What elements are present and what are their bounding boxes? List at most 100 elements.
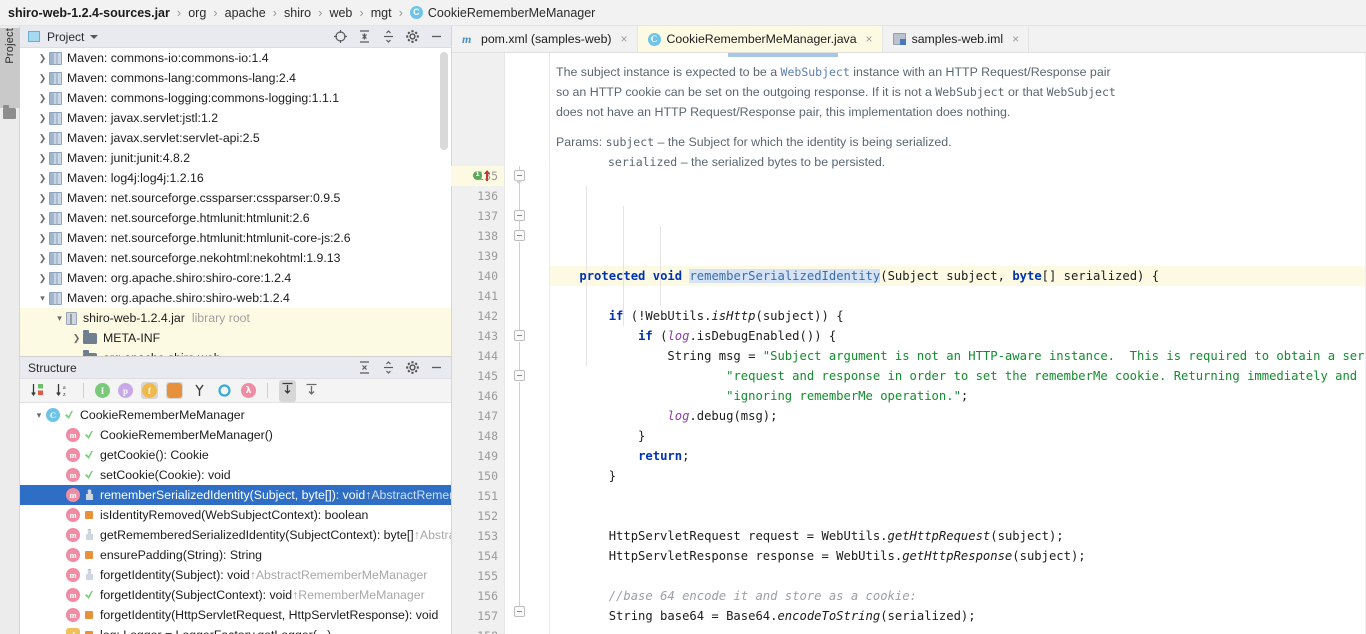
line-number[interactable]: 148 (454, 426, 498, 446)
project-tree-item[interactable]: ❯ Maven: commons-lang:commons-lang:2.4 (20, 68, 451, 88)
code-text[interactable]: protected void rememberSerializedIdentit… (550, 166, 1366, 634)
chevron-right-icon[interactable]: ❯ (36, 193, 49, 203)
project-tree-item[interactable]: ❯ Maven: net.sourceforge.htmlunit:htmluni… (20, 228, 451, 248)
collapse-all-icon[interactable] (304, 382, 321, 399)
line-number[interactable]: 152 (454, 506, 498, 526)
line-number[interactable]: 157 (454, 606, 498, 626)
chevron-down-icon[interactable]: ▾ (36, 293, 49, 303)
line-number[interactable]: 147 (454, 406, 498, 426)
line-number[interactable]: 141 (454, 286, 498, 306)
close-icon[interactable]: × (621, 32, 628, 46)
code-line[interactable]: protected void rememberSerializedIdentit… (550, 266, 1366, 286)
show-anonymous-icon[interactable] (191, 382, 208, 399)
structure-item[interactable]: m forgetIdentity(SubjectContext): void ↑R… (20, 585, 451, 605)
editor-tab[interactable]: samples-web.iml × (883, 26, 1030, 52)
close-icon[interactable]: × (866, 32, 873, 46)
show-interfaces-icon[interactable] (216, 382, 233, 399)
line-number[interactable]: 144 (454, 346, 498, 366)
code-line[interactable]: "request and response in order to set th… (550, 366, 1366, 386)
project-tree-item[interactable]: ❯ Maven: net.sourceforge.nekohtml:nekohtm… (20, 248, 451, 268)
line-number[interactable]: 139 (454, 246, 498, 266)
editor-tab[interactable]: m pom.xml (samples-web) × (452, 26, 638, 52)
chevron-right-icon[interactable]: ❯ (36, 53, 49, 63)
project-tree-item[interactable]: ❯ Maven: javax.servlet:servlet-api:2.5 (20, 128, 451, 148)
code-line[interactable]: HttpServletRequest request = WebUtils.ge… (550, 526, 1366, 546)
chevron-right-icon[interactable]: ❯ (36, 73, 49, 83)
expand-all-icon[interactable] (357, 360, 372, 375)
structure-item[interactable]: f log: Logger = LoggerFactory.getLogger(.… (20, 625, 451, 634)
code-line[interactable]: HttpServletResponse response = WebUtils.… (550, 546, 1366, 566)
code-line[interactable]: "ignoring rememberMe operation."; (550, 386, 1366, 406)
code-line[interactable]: if (!WebUtils.isHttp(subject)) { (550, 306, 1366, 326)
code-line[interactable] (550, 286, 1366, 306)
show-lambdas-icon[interactable]: λ (241, 383, 256, 398)
line-number[interactable]: 142 (454, 306, 498, 326)
line-number[interactable]: 155 (454, 566, 498, 586)
structure-item[interactable]: m getCookie(): Cookie (20, 445, 451, 465)
sort-by-visibility-icon[interactable] (30, 382, 47, 399)
collapse-all-icon[interactable] (381, 360, 396, 375)
chevron-down-icon[interactable]: ▾ (53, 313, 66, 323)
expand-all-icon[interactable] (357, 29, 372, 44)
project-tree-item[interactable]: ❯ Maven: org.apache.shiro:shiro-core:1.2.… (20, 268, 451, 288)
show-inherited-icon[interactable]: I (95, 383, 110, 398)
chevron-down-icon[interactable] (90, 34, 99, 39)
hide-icon[interactable] (429, 360, 444, 375)
line-number-gutter[interactable]: 135 136 137 138 139 140 141 142 143 144 145 146 147 1… (451, 166, 505, 634)
breadcrumb-segment-apache[interactable]: apache (225, 6, 266, 20)
code-line[interactable]: } (550, 466, 1366, 486)
chevron-right-icon[interactable]: ❯ (36, 133, 49, 143)
fold-marker[interactable] (514, 330, 525, 341)
code-line[interactable]: //base 64 encode it and store as a cooki… (550, 586, 1366, 606)
structure-item[interactable]: m ensurePadding(String): String (20, 545, 451, 565)
line-number[interactable]: 137 (454, 206, 498, 226)
chevron-right-icon[interactable]: ❯ (36, 173, 49, 183)
fold-marker[interactable] (514, 370, 525, 381)
line-number[interactable]: 150 (454, 466, 498, 486)
chevron-right-icon[interactable]: ❯ (36, 113, 49, 123)
project-tree-item[interactable]: ❯ Maven: log4j:log4j:1.2.16 (20, 168, 451, 188)
code-line[interactable]: return; (550, 446, 1366, 466)
line-number[interactable]: 158 (454, 626, 498, 634)
breadcrumb-class[interactable]: C CookieRememberMeManager (409, 6, 595, 20)
structure-item[interactable]: m CookieRememberMeManager() (20, 425, 451, 445)
project-tree-item[interactable]: ▾ Maven: org.apache.shiro:shiro-web:1.2.4 (20, 288, 451, 308)
structure-item[interactable]: m getRememberedSerializedIdentity(Subject… (20, 525, 451, 545)
breadcrumb-jar[interactable]: shiro-web-1.2.4-sources.jar (8, 6, 170, 20)
project-tree-item[interactable]: ❯ Maven: net.sourceforge.cssparser:csspar… (20, 188, 451, 208)
structure-item[interactable]: ▾ C CookieRememberMeManager (20, 405, 451, 425)
hide-icon[interactable] (429, 29, 444, 44)
code-line[interactable] (550, 566, 1366, 586)
project-tree-item[interactable]: ❯ Maven: junit:junit:4.8.2 (20, 148, 451, 168)
project-tree-item[interactable]: ▾ shiro-web-1.2.4.jar library root (20, 308, 451, 328)
editor-tab-bar[interactable]: m pom.xml (samples-web) × C CookieRememberMe… (452, 26, 1366, 53)
structure-tree[interactable]: ▾ C CookieRememberMeManager m CookieRemember… (20, 405, 451, 634)
line-number[interactable]: 156 (454, 586, 498, 606)
project-tree-item[interactable]: ❯ Maven: javax.servlet:jstl:1.2 (20, 108, 451, 128)
fold-gutter[interactable] (505, 166, 550, 634)
code-line[interactable]: log.debug(msg); (550, 406, 1366, 426)
line-number[interactable]: 145 (454, 366, 498, 386)
line-number[interactable]: 153 (454, 526, 498, 546)
sort-alphabetically-icon[interactable]: az (55, 382, 72, 399)
breakpoint-icon[interactable] (473, 170, 482, 180)
line-number[interactable]: 154 (454, 546, 498, 566)
structure-item[interactable]: m isIdentityRemoved(WebSubjectContext): b… (20, 505, 451, 525)
fold-marker[interactable] (514, 606, 525, 617)
project-tree-item[interactable]: ▾org.apache.shiro.web (20, 348, 451, 356)
chevron-right-icon[interactable]: ❯ (36, 273, 49, 283)
fold-marker[interactable] (514, 210, 525, 221)
code-line[interactable] (550, 626, 1366, 634)
chevron-right-icon[interactable]: ❯ (36, 253, 49, 263)
project-tree-item[interactable]: ❯ Maven: net.sourceforge.htmlunit:htmluni… (20, 208, 451, 228)
doc-link-websubject[interactable]: WebSubject (781, 65, 850, 79)
chevron-right-icon[interactable]: ❯ (36, 153, 49, 163)
breadcrumb-segment-org[interactable]: org (188, 6, 206, 20)
line-number[interactable]: 143 (454, 326, 498, 346)
line-number[interactable]: 136 (454, 186, 498, 206)
breadcrumb-segment-web[interactable]: web (329, 6, 352, 20)
chevron-right-icon[interactable]: ❯ (70, 333, 83, 343)
chevron-right-icon[interactable]: ❯ (36, 93, 49, 103)
show-non-public-toggle[interactable] (166, 382, 183, 399)
project-title-group[interactable]: Project (28, 30, 84, 44)
